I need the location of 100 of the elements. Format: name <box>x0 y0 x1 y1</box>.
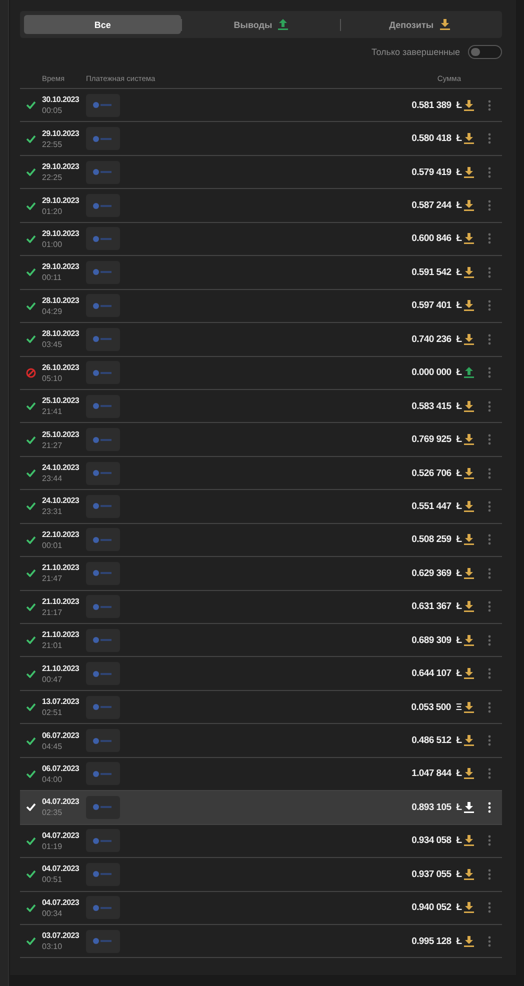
amount-text: 0.591 542 <box>412 266 452 278</box>
transaction-row[interactable]: 04.07.2023 01:19 0.934 058 Ł <box>20 824 502 858</box>
date-text: 21.10.2023 <box>42 563 80 572</box>
download-icon <box>464 133 474 144</box>
more-icon <box>488 200 490 212</box>
amount-text: 0.940 052 <box>412 902 452 914</box>
amount-text: 0.583 415 <box>412 400 452 412</box>
transaction-row[interactable]: 28.10.2023 04:29 0.597 401 Ł <box>20 290 502 324</box>
time-text: 23:44 <box>42 474 64 484</box>
amount-text: 0.597 401 <box>412 300 452 312</box>
more-icon <box>488 868 490 880</box>
payment-logo-icon <box>86 829 120 852</box>
download-icon <box>464 702 474 713</box>
transaction-row[interactable]: 21.10.2023 21:47 0.629 369 Ł <box>20 557 502 591</box>
more-icon <box>488 668 490 680</box>
amount-text: 0.579 419 <box>412 166 452 178</box>
transaction-row[interactable]: 29.10.2023 01:20 0.587 244 Ł <box>20 189 502 223</box>
time-text: 21:01 <box>42 641 64 650</box>
currency-symbol: Ł <box>456 835 462 846</box>
payment-logo-icon <box>86 528 120 552</box>
more-icon <box>488 735 490 746</box>
more-icon <box>488 936 490 947</box>
download-icon <box>464 768 474 780</box>
time-text: 01:00 <box>42 240 64 249</box>
payment-logo-icon <box>86 762 120 786</box>
date-text: 29.10.2023 <box>42 196 80 205</box>
payment-logo-icon <box>86 294 120 318</box>
date-text: 29.10.2023 <box>42 262 80 272</box>
time-text: 04:29 <box>42 306 64 316</box>
download-icon <box>464 334 474 345</box>
transaction-row[interactable]: 21.10.2023 21:17 0.631 367 Ł <box>20 590 502 624</box>
date-text: 28.10.2023 <box>42 296 80 305</box>
transaction-row[interactable]: 21.10.2023 21:01 0.689 309 Ł <box>20 624 502 658</box>
payment-logo-icon <box>86 896 120 920</box>
transaction-row[interactable]: 04.07.2023 00:34 0.940 052 Ł <box>20 892 502 925</box>
currency-symbol: Ł <box>456 668 462 680</box>
date-text: 06.07.2023 <box>42 730 80 740</box>
currency-symbol: Ł <box>456 200 462 212</box>
payment-logo-icon <box>86 662 120 686</box>
more-icon <box>488 802 490 813</box>
transaction-row[interactable]: 29.10.2023 22:25 0.579 419 Ł <box>20 156 502 190</box>
currency-symbol: Ł <box>456 300 462 312</box>
transaction-row[interactable]: 13.07.2023 02:51 0.053 500 Ξ <box>20 690 502 724</box>
date-text: 04.07.2023 <box>42 898 80 907</box>
currency-symbol: Ξ <box>456 702 462 713</box>
date-text: 25.10.2023 <box>42 430 80 439</box>
time-text: 03:45 <box>42 340 64 350</box>
download-icon <box>464 166 474 178</box>
transaction-row[interactable]: 29.10.2023 00:11 0.591 542 Ł <box>20 256 502 290</box>
time-text: 21:41 <box>42 407 64 416</box>
currency-symbol: Ł <box>456 133 462 144</box>
currency-symbol: Ł <box>456 233 462 244</box>
transaction-row[interactable]: 29.10.2023 01:00 0.600 846 Ł <box>20 222 502 256</box>
transaction-row[interactable]: 04.07.2023 02:35 0.893 105 Ł <box>20 791 502 825</box>
amount-text: 0.053 500 <box>411 702 451 713</box>
amount-text: 0.769 925 <box>412 434 452 446</box>
currency-symbol: Ł <box>456 434 462 446</box>
time-text: 21:17 <box>42 608 64 617</box>
more-icon <box>488 233 490 244</box>
transaction-row[interactable]: 03.07.2023 03:10 0.995 128 Ł <box>20 924 502 958</box>
date-text: 04.07.2023 <box>42 864 80 874</box>
payment-logo-icon <box>86 328 120 351</box>
transaction-row[interactable]: 26.10.2023 05:10 0.000 000 Ł <box>20 356 502 390</box>
currency-symbol: Ł <box>456 468 462 479</box>
transaction-row[interactable]: 22.10.2023 00:01 0.508 259 Ł <box>20 524 502 558</box>
more-icon <box>488 902 490 914</box>
transaction-row[interactable]: 29.10.2023 22:55 0.580 418 Ł <box>20 122 502 156</box>
currency-symbol: Ł <box>456 735 462 746</box>
date-text: 04.07.2023 <box>42 797 80 806</box>
date-text: 13.07.2023 <box>42 697 80 706</box>
currency-symbol: Ł <box>456 400 462 412</box>
transaction-row[interactable]: 04.07.2023 00:51 0.937 055 Ł <box>20 858 502 892</box>
amount-text: 0.629 369 <box>412 568 452 579</box>
date-text: 21.10.2023 <box>42 630 80 640</box>
toggle-switch[interactable] <box>468 45 502 59</box>
date-text: 25.10.2023 <box>42 396 80 406</box>
more-icon <box>488 434 490 446</box>
amount-text: 0.644 107 <box>412 668 452 680</box>
transaction-row[interactable]: 25.10.2023 21:41 0.583 415 Ł <box>20 390 502 424</box>
download-icon <box>440 19 450 30</box>
transaction-row[interactable]: 25.10.2023 21:27 0.769 925 Ł <box>20 423 502 457</box>
date-text: 22.10.2023 <box>42 530 80 539</box>
filter-tab[interactable]: Выводы <box>182 15 340 34</box>
date-text: 21.10.2023 <box>42 664 80 673</box>
transaction-row[interactable]: 30.10.2023 00:05 0.581 389 Ł <box>20 89 502 122</box>
currency-symbol: Ł <box>456 100 462 111</box>
payment-logo-icon <box>86 361 120 384</box>
time-text: 04:00 <box>42 774 64 784</box>
transaction-row[interactable]: 06.07.2023 04:45 0.486 512 Ł <box>20 724 502 758</box>
filter-tab[interactable]: Депозиты <box>340 15 498 34</box>
date-text: 03.07.2023 <box>42 931 80 940</box>
transaction-row[interactable]: 24.10.2023 23:31 0.551 447 Ł <box>20 490 502 524</box>
time-text: 00:11 <box>42 273 62 282</box>
transaction-row[interactable]: 28.10.2023 03:45 0.740 236 Ł <box>20 323 502 356</box>
filter-tab[interactable]: Все <box>24 15 182 34</box>
transaction-row[interactable]: 21.10.2023 00:47 0.644 107 Ł <box>20 657 502 691</box>
date-text: 24.10.2023 <box>42 496 80 506</box>
filter-label: Только завершенные <box>371 47 460 57</box>
transaction-row[interactable]: 24.10.2023 23:44 0.526 706 Ł <box>20 456 502 490</box>
date-text: 06.07.2023 <box>42 764 80 773</box>
